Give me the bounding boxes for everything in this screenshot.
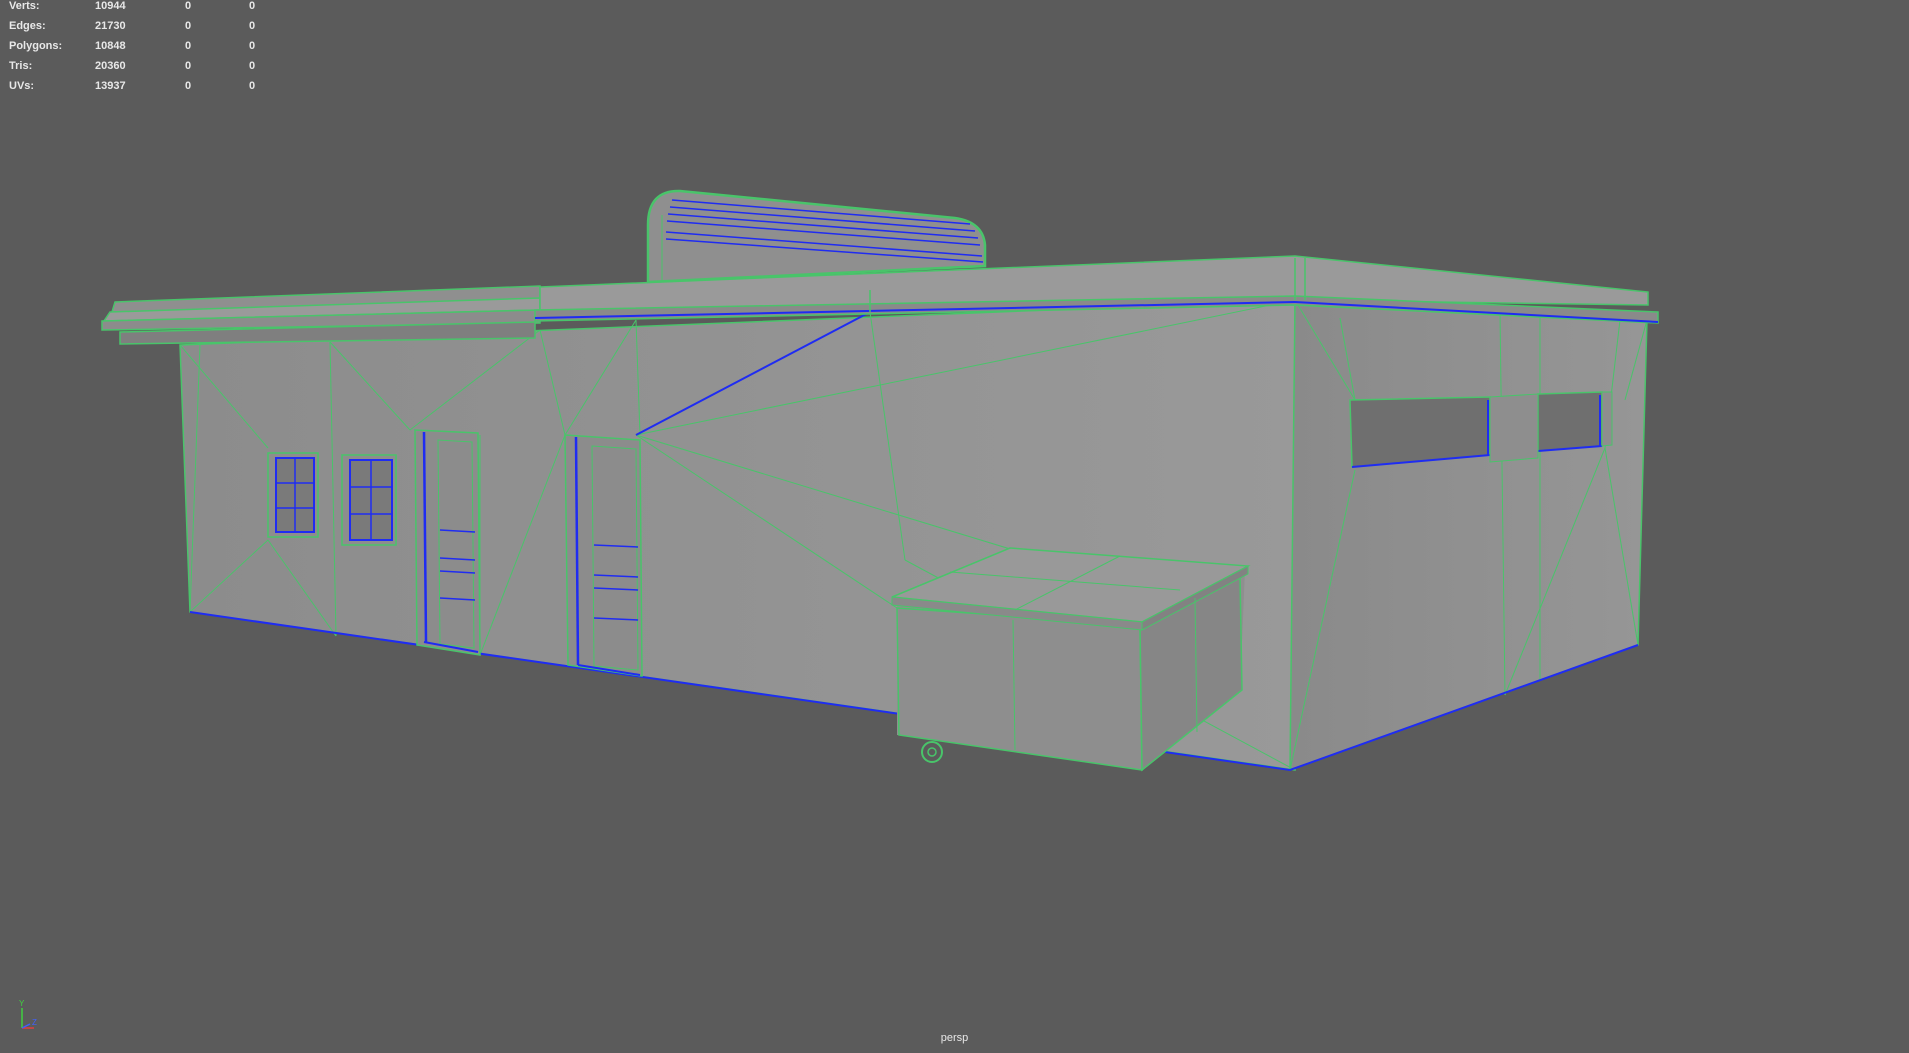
3d-viewport[interactable] — [0, 0, 1909, 1048]
z-axis-label: Z — [32, 1018, 37, 1027]
hud-row-selected: 0 — [185, 0, 192, 12]
hud-row-count: 10944 — [95, 0, 126, 12]
hud-row-label: Edges: — [9, 20, 46, 32]
camera-name: persp — [940, 1032, 969, 1044]
hud-row-selected: 0 — [185, 20, 192, 32]
door-2 — [564, 434, 643, 677]
hud-row-selected: 0 — [185, 80, 192, 92]
hud-row-count: 10848 — [95, 40, 126, 52]
hud-row-extra: 0 — [249, 0, 256, 12]
hud-row-label: UVs: — [9, 80, 35, 92]
roof-sign — [646, 189, 987, 284]
hud-row: UVs: 13937 0 0 — [9, 80, 279, 100]
y-axis-label: Y — [19, 999, 25, 1008]
hud-row-count: 20360 — [95, 60, 126, 72]
hud-row-extra: 0 — [249, 20, 256, 32]
side-wall — [1289, 299, 1648, 772]
left-canopy — [101, 285, 541, 345]
hud-row-selected: 0 — [185, 60, 192, 72]
hud-row: Polygons: 10848 0 0 — [9, 40, 279, 60]
door-1 — [414, 429, 481, 656]
window-left-1 — [267, 452, 319, 538]
hud-row-extra: 0 — [249, 60, 256, 72]
window-left-2 — [341, 454, 397, 546]
hud-row-extra: 0 — [249, 80, 256, 92]
hud-row: Edges: 21730 0 0 — [9, 20, 279, 40]
hud-row: Tris: 20360 0 0 — [9, 60, 279, 80]
building-model[interactable] — [0, 0, 1909, 1048]
hud-row-label: Polygons: — [9, 40, 63, 52]
hud-row: Verts: 10944 0 0 — [9, 0, 279, 20]
hud-row-count: 13937 — [95, 80, 126, 92]
axis-gizmo: Y Z — [19, 999, 37, 1029]
hud-row-label: Verts: — [9, 0, 40, 12]
hud-row-count: 21730 — [95, 20, 126, 32]
hud-row-selected: 0 — [185, 40, 192, 52]
poly-count-hud: Verts: 10944 0 0 Edges: 21730 0 0 Polygons: 10848… — [9, 0, 279, 100]
hud-row-extra: 0 — [249, 40, 256, 52]
pivot-handle — [921, 741, 943, 763]
hud-row-label: Tris: — [9, 60, 33, 72]
